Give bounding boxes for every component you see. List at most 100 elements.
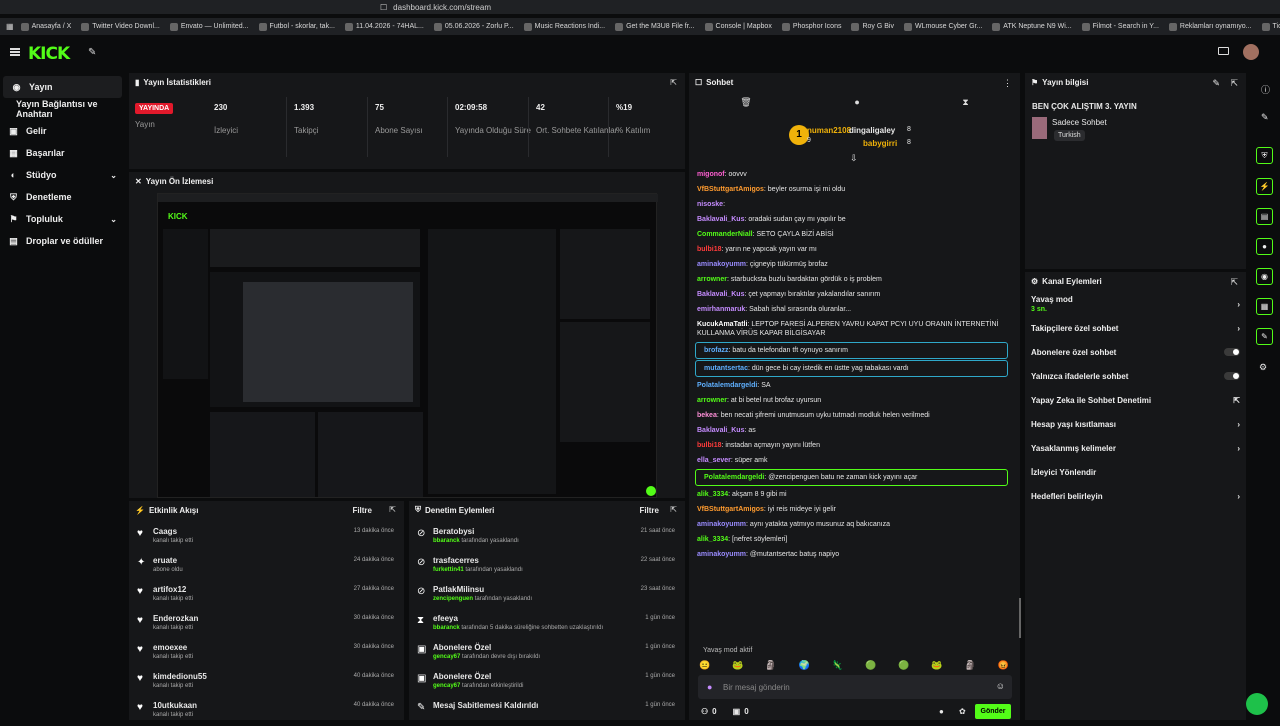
popout-icon[interactable]: ⇱ — [389, 505, 396, 514]
emote-icon[interactable]: 😡 — [998, 660, 1009, 674]
bookmark-item[interactable]: ATK Neptune N9 Wi... — [989, 22, 1074, 31]
emote-icon[interactable]: 🗿 — [765, 660, 776, 674]
bookmark-item[interactable]: Futbol - skorlar, tak... — [256, 22, 338, 31]
sidebar-item[interactable]: ▦ Başarılar — [0, 142, 125, 164]
bookmark-item[interactable]: WLmouse Cyber Gr... — [901, 22, 985, 31]
chat-username[interactable]: arrowner — [697, 397, 727, 404]
bookmark-item[interactable]: Music Reactions Indi... — [521, 22, 608, 31]
emote-icon[interactable]: 🦎 — [832, 660, 843, 674]
channel-action-row[interactable]: Yapay Zeka ile Sohbet Denetimi ⇱ — [1025, 388, 1246, 412]
bookmark-item[interactable]: Roy G Biv — [848, 22, 897, 31]
chat-username[interactable]: bekea — [697, 412, 717, 419]
popout-icon[interactable]: ⇱ — [1230, 78, 1238, 89]
chat-username[interactable]: brofazz — [704, 347, 729, 354]
bookmark-item[interactable]: Console | Mapbox — [702, 22, 775, 31]
edit-icon[interactable]: ✎ — [1261, 112, 1269, 123]
chat-username[interactable]: nisoske — [697, 201, 723, 208]
chat-username[interactable]: Baklavali_Kus — [697, 216, 744, 223]
moderator-name[interactable]: bbaranck — [433, 625, 460, 631]
emote-icon[interactable]: 🌍 — [799, 660, 810, 674]
channel-action-row[interactable]: Yasaklanmış kelimeler › — [1025, 436, 1246, 460]
sidebar-item[interactable]: ◉ Yayın — [3, 76, 122, 98]
chat-username[interactable]: VfBStuttgartAmigos — [697, 186, 764, 193]
rail-wrench-icon[interactable]: ✎ — [1256, 328, 1273, 345]
hamburger-menu-icon[interactable] — [10, 48, 20, 56]
channel-action-row[interactable]: Abonelere özel sohbet — [1025, 340, 1246, 364]
support-chat-button[interactable] — [1246, 693, 1268, 715]
channel-action-row[interactable]: İzleyici Yönlendir — [1025, 460, 1246, 484]
chat-username[interactable]: mutantsertac — [704, 365, 748, 372]
rail-broadcast-icon[interactable]: ◉ — [1256, 268, 1273, 285]
avatar[interactable] — [1243, 44, 1259, 60]
chat-username[interactable]: Baklavali_Kus — [697, 291, 744, 298]
chat-username[interactable]: bulbi18 — [697, 442, 722, 449]
hourglass-icon[interactable]: ⧗ — [962, 97, 968, 111]
bookmark-item[interactable]: 05.06.2026 - Zorlu P... — [431, 22, 517, 31]
apps-grid-icon[interactable]: ▦ — [6, 22, 14, 31]
moderator-name[interactable]: furkettin41 — [433, 567, 464, 573]
bookmark-item[interactable]: Filmot - Search in Y... — [1079, 22, 1162, 31]
moderator-name[interactable]: gencay67 — [433, 654, 460, 660]
expand-icon[interactable]: ⇩ — [850, 153, 858, 164]
chat-username[interactable]: aminakoyumm — [697, 521, 746, 528]
pin-icon[interactable]: ✎ — [88, 47, 96, 58]
popout-icon[interactable]: ⇱ — [1230, 277, 1238, 288]
moderator-name[interactable]: gencay67 — [433, 683, 460, 689]
bookmark-item[interactable]: TicyCards | Kart Kol... — [1259, 22, 1280, 31]
bookmark-item[interactable]: Anasayfa / X — [18, 22, 75, 31]
kick-logo[interactable]: KICK — [28, 44, 70, 64]
rail-chat-icon[interactable]: ● — [1256, 238, 1273, 255]
bookmark-item[interactable]: Twitter Video Downl... — [78, 22, 163, 31]
emoji-icon[interactable]: ☺ — [996, 681, 1005, 691]
chat-username[interactable]: VfBStuttgartAmigos — [697, 506, 764, 513]
chat-username[interactable]: CommanderNiall — [697, 231, 753, 238]
edit-icon[interactable]: ✎ — [1212, 78, 1220, 89]
rail-grid-icon[interactable]: ▦ — [1256, 298, 1273, 315]
send-button[interactable]: Gönder — [975, 704, 1011, 719]
chat-username[interactable]: Polatalemdargeldi — [704, 474, 764, 481]
moderator-name[interactable]: zencipenguen — [433, 596, 473, 602]
emote-icon[interactable]: 🟢 — [865, 660, 876, 674]
chat-username[interactable]: Polatalemdargeldi — [697, 382, 757, 389]
popout-icon[interactable]: ⇱ — [670, 78, 677, 87]
external-link-icon[interactable]: ⇱ — [1233, 396, 1240, 405]
channel-action-row[interactable]: Yavaş mod 3 sn. › — [1025, 292, 1246, 316]
rail-shield-icon[interactable]: ⛨ — [1256, 147, 1273, 164]
more-icon[interactable]: ⋮ — [1003, 78, 1012, 89]
channel-action-row[interactable]: Takipçilere özel sohbet › — [1025, 316, 1246, 340]
sidebar-item[interactable]: ⚑ Topluluk ⌄ — [0, 208, 125, 230]
rail-doc-icon[interactable]: ▤ — [1256, 208, 1273, 225]
chat-bubble-icon[interactable]: ● — [854, 97, 859, 111]
bookmark-item[interactable]: Phosphor Icons — [779, 22, 845, 31]
bookmark-star-icon[interactable]: ☐ — [380, 3, 387, 12]
gift-icon[interactable]: ▣ — [733, 707, 741, 716]
address-bar[interactable]: ☐ dashboard.kick.com/stream — [380, 2, 880, 12]
channel-action-row[interactable]: Hesap yaşı kısıtlaması › — [1025, 412, 1246, 436]
chat-username[interactable]: ella_sever — [697, 457, 731, 464]
emote-icon[interactable]: 😐 — [699, 660, 710, 674]
chat-username[interactable]: alik_3334 — [697, 536, 728, 543]
chat-username[interactable]: aminakoyumm — [697, 261, 746, 268]
moderation-filter-button[interactable]: Filtre — [639, 506, 659, 515]
chat-username[interactable]: Baklavali_Kus — [697, 427, 744, 434]
activity-filter-button[interactable]: Filtre — [352, 506, 372, 515]
chat-input-box[interactable]: ● Bir mesaj gönderin ☺ — [698, 675, 1012, 699]
sidebar-item[interactable]: ▣ Gelir — [0, 120, 125, 142]
trash-icon[interactable]: 🗑 — [740, 97, 751, 111]
chat-username[interactable]: aminakoyumm — [697, 551, 746, 558]
wallet-icon[interactable] — [1218, 47, 1229, 55]
preview-video[interactable]: KICK — [157, 193, 658, 498]
bookmark-item[interactable]: 11.04.2026 - 74HAL... — [342, 22, 427, 31]
chat-icon[interactable]: ● — [939, 707, 944, 716]
bookmark-item[interactable]: Reklamları oynamıyo... — [1166, 22, 1255, 31]
chat-username[interactable]: bulbi18 — [697, 246, 722, 253]
chat-username[interactable]: alik_3334 — [697, 491, 728, 498]
sidebar-item[interactable]: ◐ Stüdyo ⌄ — [0, 164, 125, 186]
mic-icon[interactable]: ● — [707, 682, 712, 692]
channel-action-row[interactable]: Yalnızca ifadelerle sohbet — [1025, 364, 1246, 388]
chat-scrollbar[interactable] — [1019, 598, 1021, 638]
users-icon[interactable]: ⚇ — [701, 707, 708, 716]
bookmark-item[interactable]: Envato — Unlimited... — [167, 22, 252, 31]
chat-username[interactable]: KucukAmaTatli — [697, 321, 747, 328]
rail-settings-icon[interactable]: ⚙ — [1259, 362, 1267, 373]
